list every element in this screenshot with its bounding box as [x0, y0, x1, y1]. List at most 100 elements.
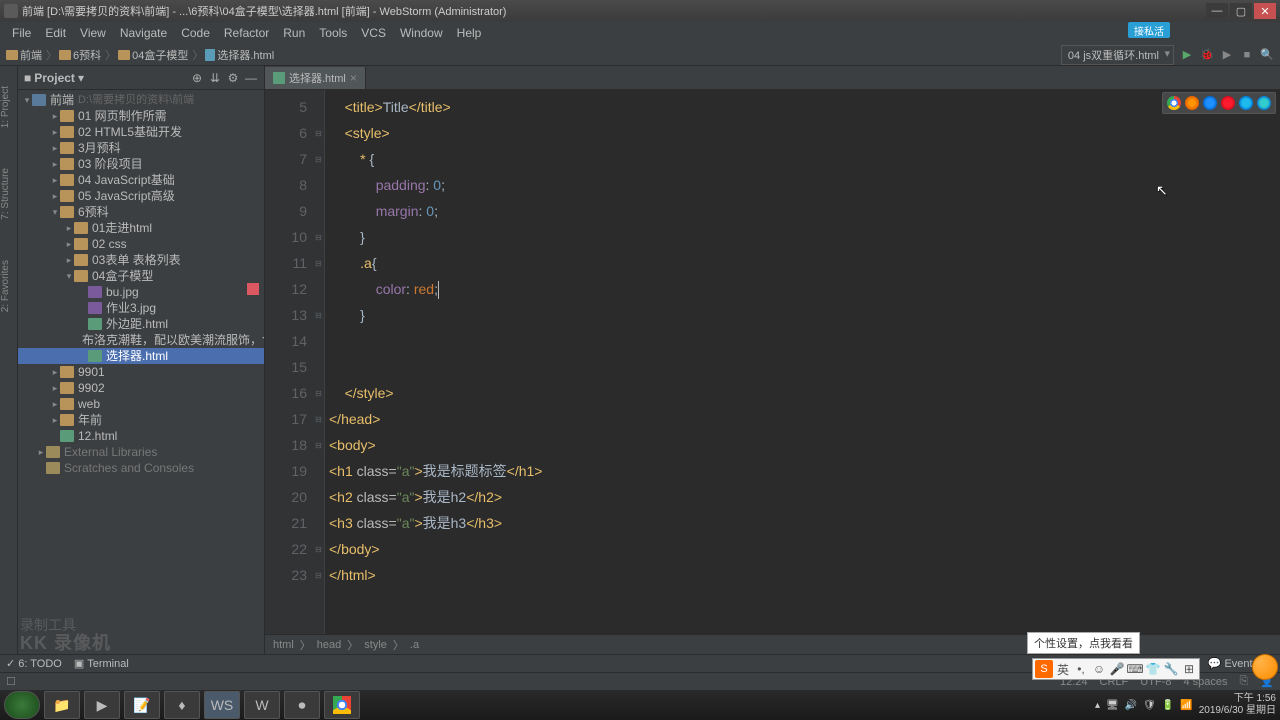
tree-item[interactable]: ▸03表单 表格列表 — [18, 252, 264, 268]
menu-vcs[interactable]: VCS — [355, 24, 392, 42]
html-file-icon — [273, 72, 285, 84]
chrome-taskbar-icon[interactable] — [324, 691, 360, 719]
ime-skin-icon[interactable]: 👕 — [1145, 661, 1161, 677]
menu-tools[interactable]: Tools — [313, 24, 353, 42]
tree-item[interactable]: ▸External Libraries — [18, 444, 264, 460]
tree-item[interactable]: ▸01走进html — [18, 220, 264, 236]
terminal-tool-button[interactable]: ▣ Terminal — [74, 657, 129, 670]
app-icon-1[interactable]: ♦ — [164, 691, 200, 719]
ime-punct-icon[interactable]: •, — [1073, 661, 1089, 677]
tree-item[interactable]: ▸01 网页制作所需 — [18, 108, 264, 124]
menu-window[interactable]: Window — [394, 24, 449, 42]
webstorm-taskbar-icon[interactable]: WS — [204, 691, 240, 719]
minimize-button[interactable]: — — [1206, 3, 1228, 19]
ime-voice-icon[interactable]: 🎤 — [1109, 661, 1125, 677]
editor-tabs: 选择器.html × — [265, 66, 1280, 90]
close-button[interactable]: ✕ — [1254, 3, 1276, 19]
crumb-0[interactable]: 前端 — [20, 47, 42, 63]
settings-icon[interactable]: ⚙ — [226, 71, 240, 85]
hide-panel-icon[interactable]: — — [244, 71, 258, 85]
start-button[interactable] — [4, 691, 40, 719]
project-view-button[interactable]: ■ Project ▾ — [24, 71, 84, 85]
media-player-icon[interactable]: ▶ — [84, 691, 120, 719]
ime-emoji-icon[interactable]: ☺ — [1091, 661, 1107, 677]
tray-clock[interactable]: 下午 1:562019/6/30 星期日 — [1199, 693, 1276, 717]
menu-help[interactable]: Help — [451, 24, 488, 42]
tab-close-icon[interactable]: × — [350, 71, 357, 85]
run-with-coverage-button[interactable]: ▶ — [1220, 48, 1234, 62]
tree-item[interactable]: ▸年前 — [18, 412, 264, 428]
menu-view[interactable]: View — [74, 24, 112, 42]
floating-bubble[interactable] — [1252, 654, 1278, 680]
menu-edit[interactable]: Edit — [39, 24, 72, 42]
status-message: ☐ — [6, 675, 16, 688]
tree-item[interactable]: 作业3.jpg — [18, 300, 264, 316]
fold-column[interactable]: ⊟⊟⊟⊟⊟⊟⊟⊟⊟⊟ — [313, 90, 325, 634]
breadcrumb-item[interactable]: head — [317, 639, 341, 651]
tree-root[interactable]: ▾ 前端D:\需要拷贝的资料\前端 — [18, 92, 264, 108]
tab-label: 选择器.html — [289, 70, 346, 86]
breakpoint-marker[interactable] — [247, 283, 259, 295]
side-tab-favorites[interactable]: 2: Favorites — [0, 260, 17, 312]
git-branch-icon[interactable]: ⎘ — [1239, 675, 1248, 688]
menu-code[interactable]: Code — [175, 24, 216, 42]
tree-item[interactable]: ▸04 JavaScript基础 — [18, 172, 264, 188]
word-icon[interactable]: W — [244, 691, 280, 719]
menu-file[interactable]: File — [6, 24, 37, 42]
tree-item[interactable]: ▸web — [18, 396, 264, 412]
tree-item[interactable]: 外边距.html — [18, 316, 264, 332]
todo-tool-button[interactable]: ✓ 6: TODO — [6, 657, 62, 670]
recorder-icon[interactable]: ⏺ — [284, 691, 320, 719]
project-tree[interactable]: ▾ 前端D:\需要拷贝的资料\前端 ▸01 网页制作所需▸02 HTML5基础开… — [18, 90, 264, 654]
notepad-icon[interactable]: 📝 — [124, 691, 160, 719]
tree-item[interactable]: 选择器.html — [18, 348, 264, 364]
crumb-1[interactable]: 6预科 — [73, 47, 101, 63]
tree-item[interactable]: ▸9902 — [18, 380, 264, 396]
tree-item[interactable]: ▾6预科 — [18, 204, 264, 220]
crumb-2[interactable]: 04盒子模型 — [132, 47, 188, 63]
menu-navigate[interactable]: Navigate — [114, 24, 173, 42]
crumb-3[interactable]: 选择器.html — [217, 47, 274, 63]
breadcrumb-item[interactable]: html — [273, 639, 294, 651]
tree-item[interactable]: ▸02 css — [18, 236, 264, 252]
system-tray[interactable]: ▴ 🖥🔊🛡🔋📶 下午 1:562019/6/30 星期日 — [1095, 693, 1276, 717]
search-everywhere-button[interactable]: 🔍 — [1260, 48, 1274, 62]
tree-item[interactable]: ▸02 HTML5基础开发 — [18, 124, 264, 140]
tree-item[interactable]: bu.jpg — [18, 284, 264, 300]
explorer-icon[interactable]: 📁 — [44, 691, 80, 719]
breadcrumb-item[interactable]: .a — [410, 639, 419, 651]
debug-button[interactable]: 🐞 — [1200, 48, 1214, 62]
tree-item[interactable]: Scratches and Consoles — [18, 460, 264, 476]
tree-item[interactable]: ▾04盒子模型 — [18, 268, 264, 284]
side-tab-structure[interactable]: 7: Structure — [0, 168, 17, 220]
breadcrumb-item[interactable]: style — [364, 639, 387, 651]
ime-lang-button[interactable]: 英 — [1055, 661, 1071, 677]
tree-item[interactable]: ▸05 JavaScript高级 — [18, 188, 264, 204]
cloud-button[interactable]: 接私活 — [1128, 22, 1170, 38]
sogou-logo-icon[interactable]: S — [1035, 660, 1053, 678]
line-gutter[interactable]: 567891011121314151617181920212223 — [265, 90, 313, 634]
locate-file-icon[interactable]: ⊕ — [190, 71, 204, 85]
maximize-button[interactable]: ▢ — [1230, 3, 1252, 19]
menu-refactor[interactable]: Refactor — [218, 24, 275, 42]
menu-run[interactable]: Run — [277, 24, 311, 42]
code-editor[interactable]: 567891011121314151617181920212223 ⊟⊟⊟⊟⊟⊟… — [265, 90, 1280, 634]
tree-item[interactable]: 布洛克潮鞋，配以欧美潮流服饰，色彩 — [18, 332, 264, 348]
ime-menu-icon[interactable]: ⊞ — [1181, 661, 1197, 677]
ime-keyboard-icon[interactable]: ⌨ — [1127, 661, 1143, 677]
collapse-all-icon[interactable]: ⇊ — [208, 71, 222, 85]
run-button[interactable]: ▶ — [1180, 48, 1194, 62]
side-tab-project[interactable]: 1: Project — [0, 86, 17, 128]
tray-arrow-icon[interactable]: ▴ — [1095, 700, 1100, 711]
ime-toolbar[interactable]: S 英 •, ☺ 🎤 ⌨ 👕 🔧 ⊞ — [1032, 658, 1200, 680]
ime-tooltip[interactable]: 个性设置，点我看看 — [1027, 632, 1140, 654]
tree-item[interactable]: ▸9901 — [18, 364, 264, 380]
editor-tab[interactable]: 选择器.html × — [265, 67, 366, 89]
run-config-select[interactable]: 04 js双重循环.html — [1061, 45, 1174, 65]
tree-item[interactable]: ▸03 阶段项目 — [18, 156, 264, 172]
menu-bar: File Edit View Navigate Code Refactor Ru… — [0, 22, 1280, 44]
ime-toolbox-icon[interactable]: 🔧 — [1163, 661, 1179, 677]
tree-item[interactable]: 12.html — [18, 428, 264, 444]
stop-button[interactable]: ■ — [1240, 48, 1254, 62]
tree-item[interactable]: ▸3月预科 — [18, 140, 264, 156]
